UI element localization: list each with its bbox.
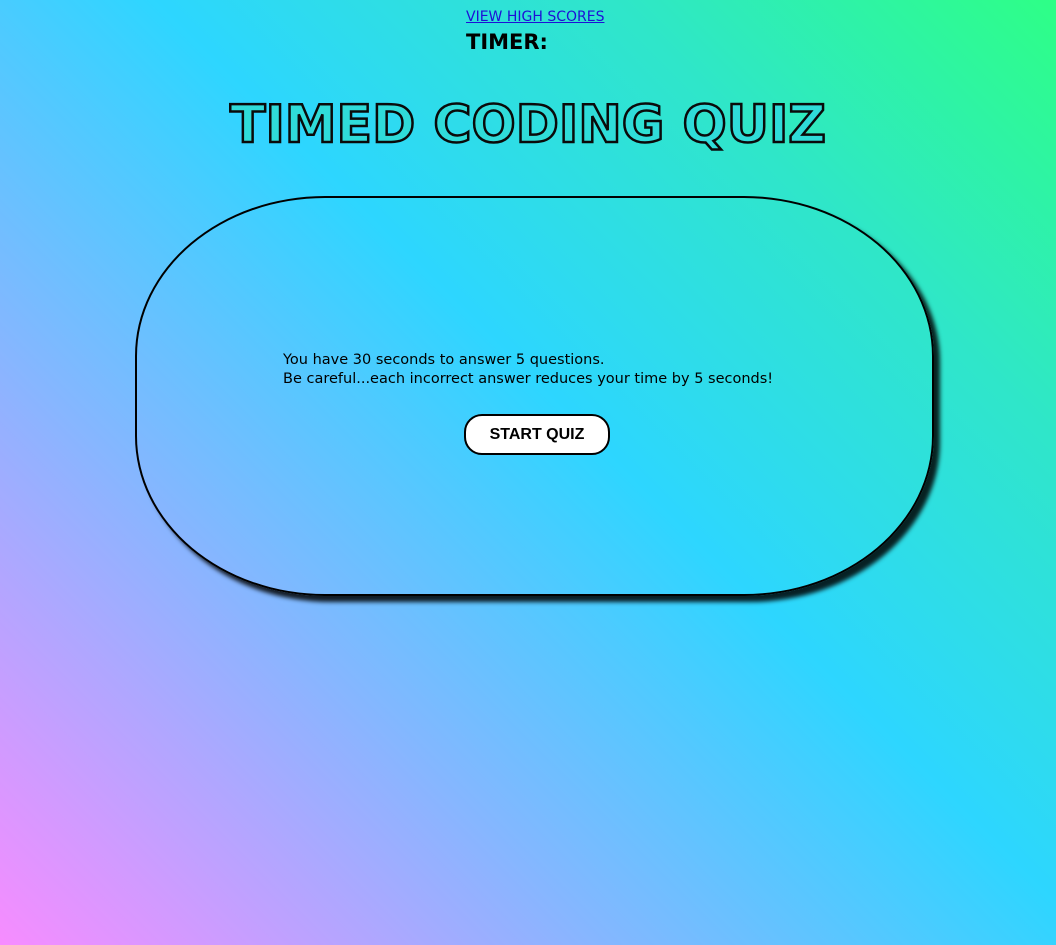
- page-title: TIMED CODING QUIZ: [229, 94, 828, 157]
- top-nav: VIEW HIGH SCORES TIMER:: [466, 8, 604, 56]
- quiz-card: You have 30 seconds to answer 5 question…: [135, 196, 934, 596]
- timer-label: TIMER:: [466, 30, 548, 54]
- start-quiz-button[interactable]: START QUIZ: [464, 414, 610, 455]
- instruction-line-2: Be careful...each incorrect answer reduc…: [283, 371, 774, 387]
- view-high-scores-link[interactable]: VIEW HIGH SCORES: [466, 8, 604, 26]
- quiz-instructions: You have 30 seconds to answer 5 question…: [283, 351, 773, 389]
- instruction-line-1: You have 30 seconds to answer 5 question…: [283, 352, 605, 368]
- quiz-page: { "nav": { "high_scores_label": "VIEW HI…: [0, 0, 1056, 945]
